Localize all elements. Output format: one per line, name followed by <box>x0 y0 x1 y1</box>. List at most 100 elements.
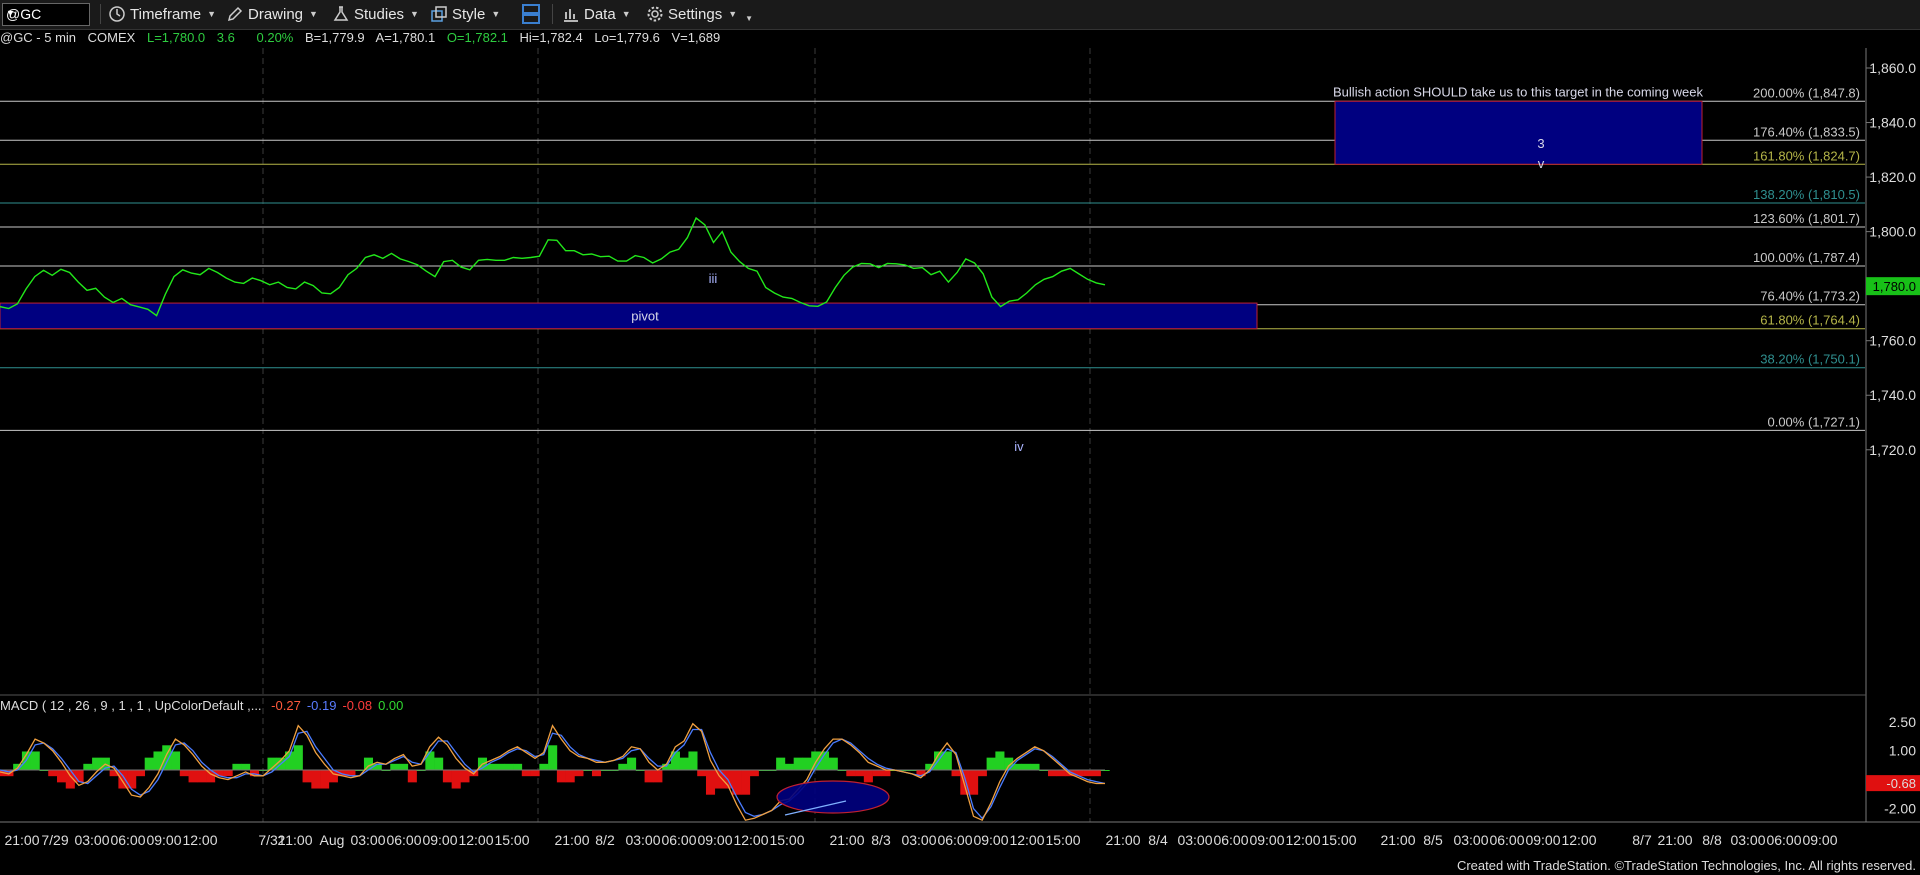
price-tick-label: 1,740.0 <box>1869 387 1916 403</box>
macd-histogram-bar <box>135 770 146 777</box>
macd-histogram-bar <box>802 757 812 770</box>
macd-histogram-bar <box>320 770 330 789</box>
time-tick-label: 12:00 <box>182 832 217 848</box>
time-tick-label: 12:00 <box>1009 832 1044 848</box>
time-tick-label: 12:00 <box>733 832 768 848</box>
macd-line <box>0 722 1105 822</box>
macd-histogram-bar <box>171 751 181 770</box>
time-tick-label: 8/4 <box>1148 832 1168 848</box>
macd-histogram-bar <box>627 757 637 770</box>
macd-histogram-bar <box>57 770 67 783</box>
time-tick-label: 06:00 <box>937 832 972 848</box>
macd-histogram-bar <box>653 770 663 783</box>
time-tick-label: 06:00 <box>1766 832 1801 848</box>
macd-histogram-bar <box>293 745 303 770</box>
fib-level-label: 38.20% (1,750.1) <box>1760 352 1860 367</box>
macd-histogram-bar <box>232 763 242 770</box>
fib-level-label: 76.40% (1,773.2) <box>1760 289 1860 304</box>
macd-value: -0.19 <box>307 698 337 713</box>
time-tick-label: 12:00 <box>458 832 493 848</box>
time-tick-label: 09:00 <box>1802 832 1837 848</box>
time-tick-label: 21:00 <box>277 832 312 848</box>
time-tick-label: 8/8 <box>1702 832 1722 848</box>
macd-histogram-bar <box>311 770 321 789</box>
macd-panel: MACD ( 12 , 26 , 9 , 1 , 1 , UpColorDefa… <box>0 698 1920 822</box>
macd-histogram-bar <box>504 763 514 770</box>
macd-histogram-bar <box>846 770 856 777</box>
fib-level-label: 161.80% (1,824.7) <box>1753 148 1860 163</box>
macd-value: -0.27 <box>271 698 301 713</box>
chart-canvas[interactable]: 200.00% (1,847.8) 176.40% (1,833.5) 161.80… <box>0 0 1920 875</box>
macd-tick-label: 1.00 <box>1889 743 1916 759</box>
wave-label-3: 3 <box>1537 136 1544 151</box>
time-axis: 21:00 7/29 03:00 06:00 09:00 12:00 7/3121:00 Au… <box>4 832 1837 848</box>
time-tick-label: 03:00 <box>1177 832 1212 848</box>
price-tick-label: 1,860.0 <box>1869 60 1916 76</box>
time-tick-label: 06:00 <box>661 832 696 848</box>
footer-credit: Created with TradeStation. ©TradeStation… <box>1456 858 1916 873</box>
macd-histogram-bar <box>495 763 505 770</box>
fib-level-label: 200.00% (1,847.8) <box>1753 85 1860 100</box>
macd-current-label: -0.68 <box>1886 776 1916 791</box>
macd-histogram-bar <box>872 770 882 777</box>
current-price-label: 1,780.0 <box>1873 279 1916 294</box>
time-tick-label: 15:00 <box>1045 832 1080 848</box>
time-tick-label: 21:00 <box>1657 832 1692 848</box>
macd-histogram-bar <box>1056 770 1066 777</box>
macd-histogram-bar <box>442 770 452 783</box>
macd-histogram-bar <box>521 770 531 777</box>
macd-histogram-bar <box>530 770 540 777</box>
macd-histogram-bar <box>302 770 312 783</box>
macd-histogram-bar <box>705 770 716 795</box>
macd-histogram-bar <box>407 770 417 783</box>
macd-histogram-bar <box>556 770 566 783</box>
time-tick-label: 06:00 <box>1489 832 1524 848</box>
time-tick-label: 12:00 <box>1285 832 1320 848</box>
macd-value: -0.08 <box>342 698 372 713</box>
macd-histogram-bar <box>179 770 189 777</box>
macd-histogram-bar <box>881 770 891 777</box>
time-tick-label: 03:00 <box>1453 832 1488 848</box>
time-tick-label: 12:00 <box>1561 832 1596 848</box>
time-tick-label: Aug <box>320 832 345 848</box>
fib-level-label: 123.60% (1,801.7) <box>1753 211 1860 226</box>
time-tick-label: 7/29 <box>41 832 68 848</box>
macd-histogram-bar <box>679 757 689 770</box>
macd-histogram-bar <box>591 770 602 777</box>
time-tick-label: 03:00 <box>901 832 936 848</box>
time-tick-label: 09:00 <box>422 832 457 848</box>
pivot-zone-rect <box>0 302 1258 330</box>
macd-histogram-bar <box>1012 763 1022 770</box>
macd-histogram-bar <box>144 757 154 770</box>
macd-histogram-bar <box>741 770 751 795</box>
target-zone-label: Bullish action SHOULD take us to this ta… <box>1333 84 1703 99</box>
macd-histogram-bar <box>644 770 654 783</box>
macd-histogram-bar <box>1021 763 1031 770</box>
macd-histogram-bar <box>995 751 1005 770</box>
time-tick-label: 8/5 <box>1423 832 1443 848</box>
macd-histogram-bar <box>863 770 873 783</box>
macd-histogram-bar <box>390 763 400 770</box>
fib-level-label: 176.40% (1,833.5) <box>1753 124 1860 139</box>
time-tick-label: 8/7 <box>1632 832 1652 848</box>
time-tick-label: 21:00 <box>554 832 589 848</box>
macd-histogram-bar <box>513 763 523 770</box>
time-tick-label: 21:00 <box>1105 832 1140 848</box>
time-tick-label: 06:00 <box>110 832 145 848</box>
macd-histogram-bar <box>951 770 961 777</box>
macd-histogram-bar <box>986 757 996 770</box>
time-tick-label: 03:00 <box>1730 832 1765 848</box>
time-tick-label: 15:00 <box>769 832 804 848</box>
time-tick-label: 15:00 <box>494 832 529 848</box>
macd-histogram-bar <box>618 763 628 770</box>
wave-label-iv: iv <box>1014 439 1024 454</box>
wave-label-v: v <box>1538 156 1545 171</box>
macd-histogram-bar <box>942 751 952 770</box>
macd-histogram-bar <box>793 757 803 770</box>
price-tick-label: 1,800.0 <box>1869 224 1916 240</box>
time-tick-label: 09:00 <box>1249 832 1284 848</box>
macd-histogram-bar <box>565 770 575 783</box>
macd-histogram-bar <box>399 763 409 770</box>
time-tick-label: 03:00 <box>350 832 385 848</box>
price-tick-label: 1,720.0 <box>1869 442 1916 458</box>
